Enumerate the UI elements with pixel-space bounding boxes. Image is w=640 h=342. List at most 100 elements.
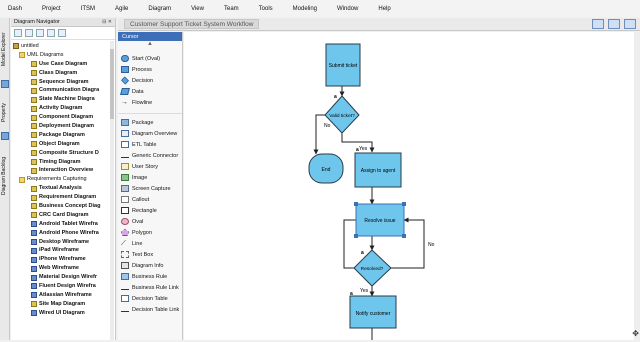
tree-item[interactable]: Site Map Diagram xyxy=(11,300,115,309)
node-label: Valid ticket? xyxy=(329,113,355,119)
tree-item[interactable]: iPad Wireframe xyxy=(11,246,115,255)
node-assign-agent[interactable]: a Assign to agent xyxy=(354,147,402,188)
tree-item[interactable]: Class Diagram xyxy=(11,69,115,78)
tree-item[interactable]: Activity Diagram xyxy=(11,104,115,113)
tree-item[interactable]: Android Tablet Wirefra xyxy=(11,220,115,229)
palette-item-decision-table[interactable]: Decision Table xyxy=(118,293,182,304)
tree-group-uml[interactable]: UML Diagrams xyxy=(11,51,115,60)
diagram-title-tab[interactable]: Customer Support Ticket System Workflow xyxy=(124,19,260,29)
move-icon[interactable]: ✥ xyxy=(632,329,639,338)
layout-icon[interactable] xyxy=(608,19,620,29)
tree-item[interactable]: Component Diagram xyxy=(11,113,115,122)
tree-item[interactable]: Textual Analysis xyxy=(11,184,115,193)
tree-item[interactable]: Communication Diagra xyxy=(11,86,115,95)
palette-item-decision[interactable]: Decision xyxy=(118,75,182,86)
palette-item-generic-connector[interactable]: Generic Connector xyxy=(118,150,182,161)
menu-diagram[interactable]: Diagram xyxy=(148,6,171,12)
diagram-canvas[interactable]: Submit ticket a Valid ticket? No Yes End… xyxy=(184,32,634,340)
new-diagram-icon[interactable] xyxy=(14,29,22,37)
palette-item-screen-capture[interactable]: Screen Capture xyxy=(118,183,182,194)
tab-property[interactable]: Property xyxy=(1,98,9,128)
scroll-thumb[interactable] xyxy=(110,49,114,119)
menu-tools[interactable]: Tools xyxy=(259,6,273,12)
palette-item-data[interactable]: Data xyxy=(118,86,182,97)
tree-item[interactable]: Sequence Diagram xyxy=(11,78,115,87)
selection-handle[interactable] xyxy=(354,234,358,238)
selection-handle[interactable] xyxy=(402,234,406,238)
tree-item[interactable]: Composite Structure D xyxy=(11,149,115,158)
share-icon[interactable] xyxy=(592,19,604,29)
palette-item-image[interactable]: Image xyxy=(118,172,182,183)
menu-dash[interactable]: Dash xyxy=(8,6,22,12)
tree-item[interactable]: Deployment Diagram xyxy=(11,122,115,131)
palette-collapse-icon[interactable]: ▲ xyxy=(118,41,182,53)
palette-item-start[interactable]: Start (Oval) xyxy=(118,53,182,64)
menu-view[interactable]: View xyxy=(191,6,204,12)
panel-icon[interactable] xyxy=(624,19,636,29)
tree-item[interactable]: State Machine Diagra xyxy=(11,95,115,104)
palette-cursor[interactable]: Cursor xyxy=(118,32,182,41)
tree-item[interactable]: Use Case Diagram xyxy=(11,60,115,69)
tree-item[interactable]: Object Diagram xyxy=(11,140,115,149)
palette-item-rectangle[interactable]: Rectangle xyxy=(118,205,182,216)
menu-help[interactable]: Help xyxy=(378,6,390,12)
tab-diagram-backlog[interactable]: Diagram Backlog xyxy=(1,146,9,206)
menu-modeling[interactable]: Modeling xyxy=(293,6,317,12)
palette-item-diagram-overview[interactable]: Diagram Overview xyxy=(118,128,182,139)
tree-item[interactable]: Atlassian Wireframe xyxy=(11,291,115,300)
menu-window[interactable]: Window xyxy=(337,6,358,12)
palette-item-package[interactable]: Package xyxy=(118,117,182,128)
palette-item-diagram-info[interactable]: Diagram Info xyxy=(118,260,182,271)
filter-icon[interactable] xyxy=(36,29,44,37)
navigator-scrollbar[interactable] xyxy=(110,41,114,340)
nav-up-icon[interactable] xyxy=(58,29,66,37)
tree-item[interactable]: Material Design Wirefr xyxy=(11,273,115,282)
tree-group-requirements[interactable]: Requirements Capturing xyxy=(11,175,115,184)
palette-item-callout[interactable]: Callout xyxy=(118,194,182,205)
palette-item-line[interactable]: ⟋ Line xyxy=(118,238,182,249)
node-resolve-issue[interactable]: Resolve issue xyxy=(354,202,406,238)
tree-item[interactable]: Interaction Overview xyxy=(11,166,115,175)
tree-item[interactable]: Requirement Diagram xyxy=(11,193,115,202)
menu-agile[interactable]: Agile xyxy=(115,6,128,12)
open-icon[interactable] xyxy=(25,29,33,37)
tab-model-explorer[interactable]: Model Explorer xyxy=(1,20,9,78)
palette-item-polygon[interactable]: Polygon xyxy=(118,227,182,238)
palette-item-user-story[interactable]: User Story xyxy=(118,161,182,172)
node-notify-customer[interactable]: a Notify customer xyxy=(349,291,397,329)
tree-item[interactable]: Android Phone Wirefra xyxy=(11,229,115,238)
palette-item-flowline[interactable]: → Flowline xyxy=(118,97,182,108)
edge-valid-end[interactable] xyxy=(313,114,325,155)
palette-item-business-rule[interactable]: Business Rule xyxy=(118,271,182,282)
tree-item[interactable]: Web Wireframe xyxy=(11,264,115,273)
model-explorer-icon[interactable] xyxy=(1,80,9,88)
node-submit-ticket[interactable]: Submit ticket xyxy=(325,43,361,87)
tree-item[interactable]: CRC Card Diagram xyxy=(11,211,115,220)
palette-item-process[interactable]: Process xyxy=(118,64,182,75)
menu-team[interactable]: Team xyxy=(224,6,239,12)
selection-handle[interactable] xyxy=(402,202,406,206)
selection-handle[interactable] xyxy=(354,202,358,206)
palette-item-oval[interactable]: Oval xyxy=(118,216,182,227)
palette-item-etl-table[interactable]: ETL Table xyxy=(118,139,182,150)
node-resolved[interactable]: a Resolved? xyxy=(353,249,392,287)
tree-item[interactable]: iPhone Wireframe xyxy=(11,255,115,264)
property-icon[interactable] xyxy=(1,132,9,140)
menu-project[interactable]: Project xyxy=(42,6,61,12)
tree-item[interactable]: Business Concept Diag xyxy=(11,202,115,211)
canvas-scrollbar[interactable] xyxy=(634,32,640,340)
palette-item-decision-table-link[interactable]: Decision Table Link xyxy=(118,304,182,315)
tree-item[interactable]: Package Diagram xyxy=(11,131,115,140)
diagram-icon xyxy=(31,150,37,157)
palette-item-business-rule-link[interactable]: Business Rule Link xyxy=(118,282,182,293)
palette-item-text-box[interactable]: Text Box xyxy=(118,249,182,260)
tree-item[interactable]: Fluent Design Wirefra xyxy=(11,282,115,291)
sort-icon[interactable] xyxy=(47,29,55,37)
menu-itsm[interactable]: ITSM xyxy=(81,6,95,12)
tree-item[interactable]: Desktop Wireframe xyxy=(11,238,115,247)
tree-item[interactable]: Wired UI Diagram xyxy=(11,309,115,318)
tree-root[interactable]: untitled xyxy=(11,42,115,51)
tree-item[interactable]: Timing Diagram xyxy=(11,158,115,167)
node-end[interactable]: End xyxy=(308,153,344,184)
panel-controls-icon[interactable]: ⊟ ✕ xyxy=(102,19,112,25)
